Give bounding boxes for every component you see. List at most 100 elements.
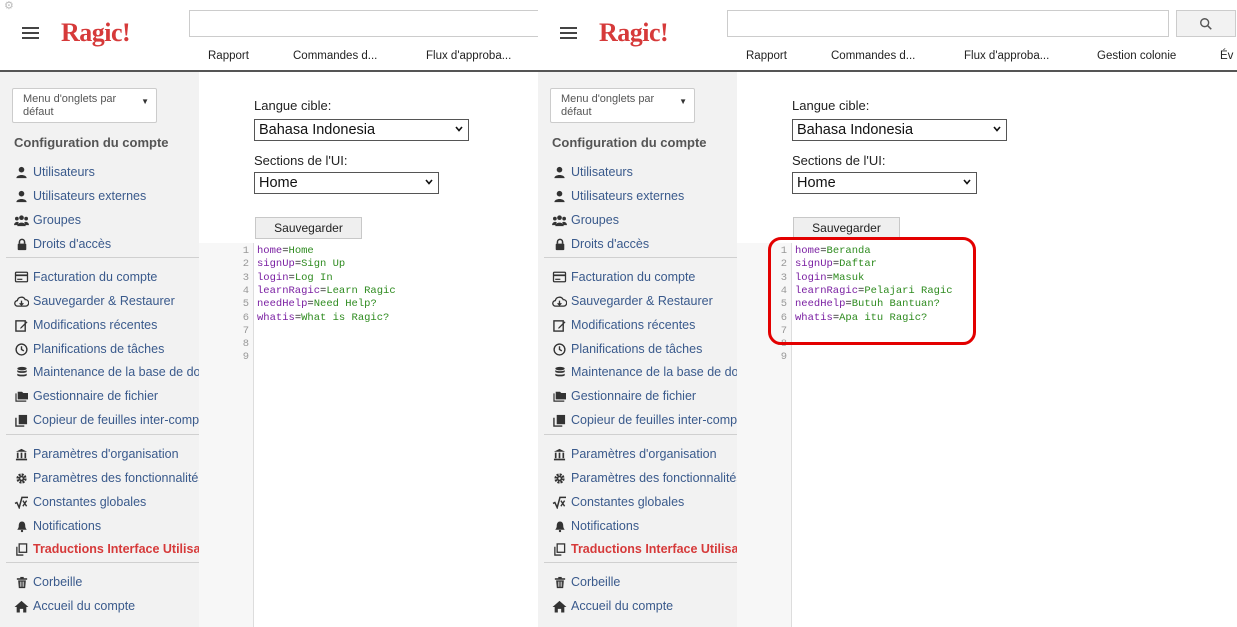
sidebar-item[interactable]: Modifications récentes	[552, 316, 695, 334]
target-language-label: Langue cible:	[254, 98, 332, 113]
lock-icon	[14, 237, 29, 251]
sidebar-item[interactable]: Gestionnaire de fichier	[552, 387, 696, 405]
search-input[interactable]	[727, 10, 1169, 37]
sidebar-item-label: Utilisateurs	[33, 165, 95, 179]
sidebar-divider	[544, 434, 737, 435]
sidebar-item[interactable]: Paramètres des fonctionnalités	[552, 469, 737, 487]
home-icon	[552, 599, 567, 613]
target-language-select[interactable]: Bahasa Indonesia	[254, 119, 469, 141]
hamburger-menu-icon[interactable]	[22, 27, 39, 40]
sidebar-divider	[6, 434, 199, 435]
translation-value: Log In	[294, 271, 333, 284]
sidebar-item[interactable]: Paramètres d'organisation	[14, 445, 179, 463]
sidebar-item[interactable]: Constantes globales	[552, 493, 684, 511]
tab-commandes[interactable]: Commandes d...	[831, 50, 915, 62]
sidebar-item[interactable]: Notifications	[14, 517, 101, 535]
line-number: 9	[780, 351, 787, 364]
sidebar-item[interactable]: Droits d'accès	[14, 235, 111, 253]
sidebar-item[interactable]: Corbeille	[14, 573, 82, 591]
tab-rapport[interactable]: Rapport	[208, 50, 249, 62]
sidebar-item[interactable]: Maintenance de la base de données	[552, 363, 737, 381]
code-line[interactable]: signUp=Sign Up	[257, 258, 345, 271]
ui-sections-select[interactable]: Home	[254, 172, 439, 194]
sidebar-item[interactable]: Groupes	[552, 211, 619, 229]
sidebar-item[interactable]: Utilisateurs externes	[14, 187, 146, 205]
sidebar-item-label: Maintenance de la base de données	[33, 365, 199, 379]
sidebar-item-label: Utilisateurs externes	[33, 189, 147, 203]
code-line[interactable]: whatis=What is Ragic?	[257, 312, 389, 325]
sidebar-item[interactable]: Groupes	[14, 211, 81, 229]
line-number-gutter: 123456789	[199, 243, 254, 627]
cloud-download-icon	[14, 294, 29, 308]
tab-rapport[interactable]: Rapport	[746, 50, 787, 62]
billing-icon	[552, 270, 567, 284]
sidebar-item[interactable]: Notifications	[552, 517, 639, 535]
section-title: Configuration du compte	[14, 135, 169, 150]
tab-menu-select[interactable]: Menu d'onglets par défaut ▼	[550, 88, 695, 123]
sidebar: Menu d'onglets par défaut ▼ Configuratio…	[0, 72, 199, 627]
sidebar-item-label: Facturation du compte	[571, 270, 696, 284]
sidebar-item[interactable]: Planifications de tâches	[552, 340, 702, 358]
target-language-value: Bahasa Indonesia	[259, 122, 376, 138]
code-line[interactable]: login=Log In	[257, 272, 333, 285]
sidebar-item[interactable]: Paramètres des fonctionnalités	[14, 469, 199, 487]
sidebar-item[interactable]: Facturation du compte	[552, 268, 695, 286]
tab-menu-select[interactable]: Menu d'onglets par défaut ▼	[12, 88, 157, 123]
sidebar-item[interactable]: Constantes globales	[14, 493, 146, 511]
logo: Ragic!	[599, 18, 669, 47]
sidebar-item[interactable]: Utilisateurs	[552, 163, 633, 181]
sidebar-item[interactable]: Paramètres d'organisation	[552, 445, 717, 463]
chevron-down-icon	[993, 126, 1001, 132]
sidebar-item[interactable]: Sauvegarder & Restaurer	[552, 292, 713, 310]
sidebar-item[interactable]: Traductions Interface Utilisateur	[14, 540, 199, 558]
sidebar-item-label: Maintenance de la base de données	[571, 365, 737, 379]
tab-flux-approbation[interactable]: Flux d'approba...	[426, 50, 511, 62]
search-button[interactable]	[1176, 10, 1236, 37]
tab-menu-select-label: Menu d'onglets par défaut	[23, 93, 117, 118]
ui-sections-label: Sections de l'UI:	[792, 153, 886, 168]
tab-commandes[interactable]: Commandes d...	[293, 50, 377, 62]
sidebar-item[interactable]: Facturation du compte	[14, 268, 157, 286]
ui-sections-select[interactable]: Home	[792, 172, 977, 194]
sidebar-item[interactable]: Utilisateurs	[14, 163, 95, 181]
target-language-select[interactable]: Bahasa Indonesia	[792, 119, 1007, 141]
line-number: 5	[242, 298, 249, 311]
trash-icon	[14, 575, 29, 589]
line-number: 3	[242, 271, 249, 284]
code-line[interactable]: home=Home	[257, 245, 314, 258]
tab-flux-approbation[interactable]: Flux d'approba...	[964, 50, 1049, 62]
sidebar-item[interactable]: Gestionnaire de fichier	[14, 387, 158, 405]
sidebar-item[interactable]: Accueil du compte	[14, 597, 135, 615]
sidebar-item-label: Corbeille	[33, 575, 83, 589]
sidebar-item[interactable]: Copieur de feuilles inter-comptes	[552, 411, 737, 429]
sidebar-item-label: Gestionnaire de fichier	[571, 389, 697, 403]
sidebar-item[interactable]: Accueil du compte	[552, 597, 673, 615]
save-button[interactable]: Sauvegarder	[793, 217, 900, 239]
sidebar-item[interactable]: Copieur de feuilles inter-comptes	[14, 411, 199, 429]
sidebar-item-label: Paramètres des fonctionnalités	[571, 471, 737, 485]
section-title: Configuration du compte	[552, 135, 707, 150]
logo: Ragic!	[61, 18, 131, 47]
search-input[interactable]	[189, 10, 538, 37]
sidebar-item[interactable]: Droits d'accès	[552, 235, 649, 253]
sidebar-item-label: Paramètres d'organisation	[571, 447, 717, 461]
ui-sections-value: Home	[259, 175, 298, 191]
sidebar-item[interactable]: Traductions Interface Utilisateur	[552, 540, 737, 558]
chevron-down-icon	[425, 179, 433, 185]
sidebar-item[interactable]: Corbeille	[552, 573, 620, 591]
sidebar-item-label: Planifications de tâches	[33, 342, 165, 356]
tab-gestion-colonie[interactable]: Gestion colonie	[1097, 50, 1176, 62]
bank-icon	[552, 447, 567, 461]
save-button[interactable]: Sauvegarder	[255, 217, 362, 239]
code-line[interactable]: learnRagic=Learn Ragic	[257, 285, 396, 298]
hamburger-menu-icon[interactable]	[560, 27, 577, 40]
sidebar-item[interactable]: Modifications récentes	[14, 316, 157, 334]
sidebar-divider	[544, 562, 737, 563]
code-line[interactable]: needHelp=Need Help?	[257, 298, 377, 311]
tab-evenements[interactable]: Év	[1220, 50, 1233, 62]
sidebar-item[interactable]: Maintenance de la base de données	[14, 363, 199, 381]
sidebar-item[interactable]: Sauvegarder & Restaurer	[14, 292, 175, 310]
sidebar-item[interactable]: Utilisateurs externes	[552, 187, 684, 205]
translation-editor[interactable]: 123456789 home=Home signUp=Sign Up login=L…	[199, 243, 538, 627]
sidebar-item[interactable]: Planifications de tâches	[14, 340, 164, 358]
